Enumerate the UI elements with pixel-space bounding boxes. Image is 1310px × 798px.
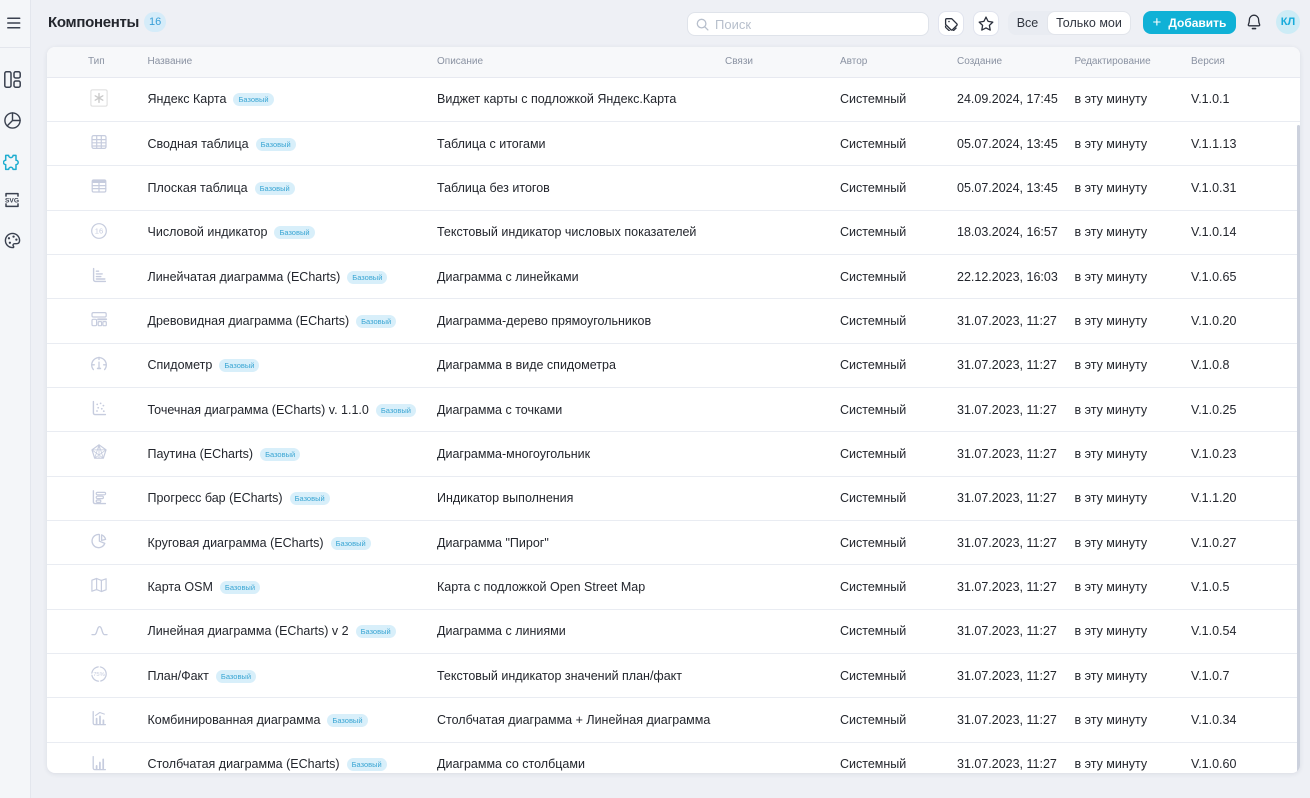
- svg-text:75%: 75%: [93, 672, 105, 678]
- svg-text:16: 16: [95, 226, 103, 235]
- svg-text:SVG: SVG: [5, 198, 19, 205]
